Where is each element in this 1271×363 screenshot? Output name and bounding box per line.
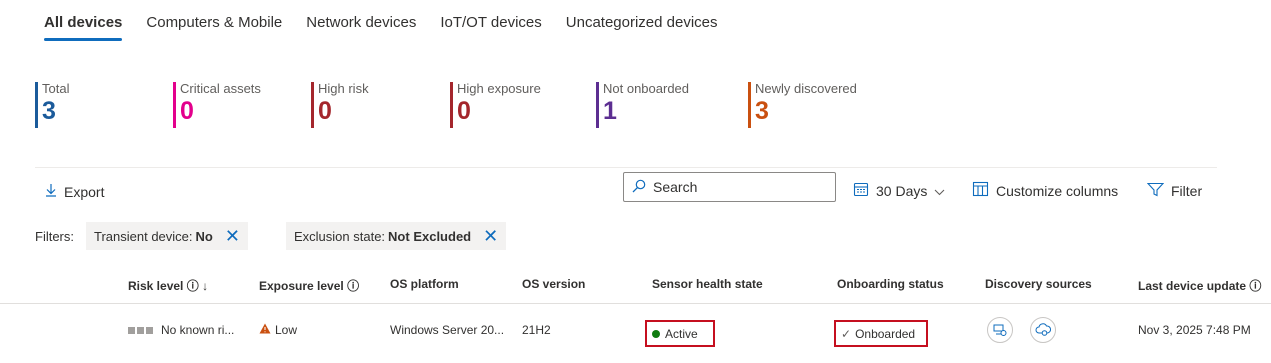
- stat-value: 1: [603, 97, 617, 125]
- active-status-dot: [652, 329, 660, 338]
- filter-label: Filter: [1171, 183, 1203, 199]
- chip-key: Transient device:: [94, 228, 193, 244]
- customize-columns-label: Customize columns: [996, 182, 1119, 199]
- info-icon[interactable]: ⓘ: [187, 279, 199, 293]
- stat-color-bar: [173, 82, 176, 128]
- onboarding-status[interactable]: ✓ Onboarded: [834, 320, 928, 347]
- stat-color-bar: [748, 82, 751, 128]
- info-icon[interactable]: ⓘ: [347, 279, 359, 293]
- column-header-os-version[interactable]: OS version: [522, 277, 585, 291]
- risk-level-bars-icon: [128, 326, 153, 334]
- column-header-sensor-health[interactable]: Sensor health state: [652, 277, 763, 291]
- close-icon[interactable]: ✕: [225, 227, 240, 245]
- tab-computers-mobile[interactable]: Computers & Mobile: [146, 14, 282, 41]
- column-header-discovery-sources[interactable]: Discovery sources: [985, 277, 1092, 291]
- column-header-os-platform[interactable]: OS platform: [390, 277, 459, 291]
- stat-color-bar: [450, 82, 453, 128]
- header-label: Exposure level: [259, 279, 344, 293]
- chip-value: No: [195, 228, 213, 244]
- table-cell-last-device-update[interactable]: Nov 3, 2025 7:48 PM: [1138, 323, 1251, 337]
- filter-icon: [1146, 182, 1165, 200]
- stat-label: Not onboarded: [603, 81, 690, 96]
- warning-icon: [259, 323, 271, 337]
- tab-uncategorized-devices[interactable]: Uncategorized devices: [566, 14, 718, 41]
- device-category-tabs: All devices Computers & Mobile Network d…: [44, 14, 742, 41]
- stat-label: High exposure: [457, 81, 541, 96]
- stat-newly-discovered[interactable]: Newly discovered 3: [748, 81, 857, 128]
- column-header-last-device-update[interactable]: Last device update ⓘ: [1138, 277, 1261, 294]
- device-discovery-source-icon[interactable]: [987, 317, 1013, 343]
- header-row-divider: [0, 303, 1271, 304]
- stat-value: 0: [180, 97, 194, 125]
- sensor-health-value: Active: [665, 326, 698, 341]
- stat-value: 3: [755, 97, 769, 125]
- export-button[interactable]: Export: [45, 183, 104, 200]
- search-icon: [632, 179, 646, 196]
- risk-level-value: No known ri...: [161, 323, 235, 337]
- stat-label: Newly discovered: [755, 81, 857, 96]
- column-header-exposure-level[interactable]: Exposure level ⓘ: [259, 277, 359, 294]
- stat-color-bar: [35, 82, 38, 128]
- table-cell-os-version[interactable]: 21H2: [522, 323, 551, 337]
- calendar-icon: [853, 181, 869, 200]
- table-row-risk-level[interactable]: No known ri...: [128, 323, 234, 337]
- sort-descending-icon: ↓: [202, 279, 209, 293]
- date-range-dropdown[interactable]: 30 Days: [853, 181, 945, 200]
- column-header-risk-level[interactable]: Risk level ⓘ ↓: [128, 277, 208, 294]
- cloud-discovery-source-icon[interactable]: [1030, 317, 1056, 343]
- stat-color-bar: [311, 82, 314, 128]
- section-divider: [35, 167, 1217, 168]
- customize-columns-button[interactable]: Customize columns: [972, 181, 1118, 200]
- exposure-level-value: Low: [275, 323, 298, 337]
- days-label: 30 Days: [876, 182, 928, 199]
- tab-network-devices[interactable]: Network devices: [306, 14, 416, 41]
- onboarding-value: Onboarded: [855, 326, 916, 341]
- sensor-health-status[interactable]: Active: [645, 320, 715, 347]
- export-label: Export: [64, 183, 105, 200]
- stat-critical-assets[interactable]: Critical assets 0: [173, 81, 261, 128]
- header-label: Last device update: [1138, 279, 1247, 293]
- stat-value: 0: [318, 97, 332, 125]
- filter-button[interactable]: Filter: [1146, 182, 1203, 200]
- chevron-down-icon: [934, 183, 945, 199]
- tab-all-devices[interactable]: All devices: [44, 14, 123, 41]
- table-row-exposure-level[interactable]: Low: [259, 323, 297, 337]
- tab-iot-ot-devices[interactable]: IoT/OT devices: [440, 14, 541, 41]
- stat-high-exposure[interactable]: High exposure 0: [450, 81, 541, 128]
- customize-columns-icon: [972, 181, 989, 200]
- stat-not-onboarded[interactable]: Not onboarded 1: [596, 81, 690, 128]
- stat-total[interactable]: Total 3: [35, 81, 70, 128]
- table-cell-os-platform[interactable]: Windows Server 20...: [390, 323, 504, 337]
- search-input[interactable]: Search: [623, 172, 836, 202]
- filter-chip-transient-device[interactable]: Transient device: No ✕: [86, 222, 248, 250]
- stat-label: Total: [42, 81, 70, 96]
- stat-value: 0: [457, 97, 471, 125]
- column-header-onboarding-status[interactable]: Onboarding status: [837, 277, 944, 291]
- chip-key: Exclusion state:: [294, 228, 386, 244]
- close-icon[interactable]: ✕: [483, 227, 498, 245]
- checkmark-icon: ✓: [841, 326, 852, 341]
- stat-label: High risk: [318, 81, 369, 96]
- filter-chip-exclusion-state[interactable]: Exclusion state: Not Excluded ✕: [286, 222, 507, 250]
- stat-label: Critical assets: [180, 81, 261, 96]
- info-icon[interactable]: ⓘ: [1249, 279, 1261, 293]
- stat-color-bar: [596, 82, 599, 128]
- download-icon: [45, 183, 57, 200]
- stat-high-risk[interactable]: High risk 0: [311, 81, 369, 128]
- stat-value: 3: [42, 97, 56, 125]
- filters-label: Filters:: [35, 229, 74, 244]
- search-placeholder: Search: [653, 179, 698, 195]
- chip-value: Not Excluded: [388, 228, 472, 244]
- header-label: Risk level: [128, 279, 184, 293]
